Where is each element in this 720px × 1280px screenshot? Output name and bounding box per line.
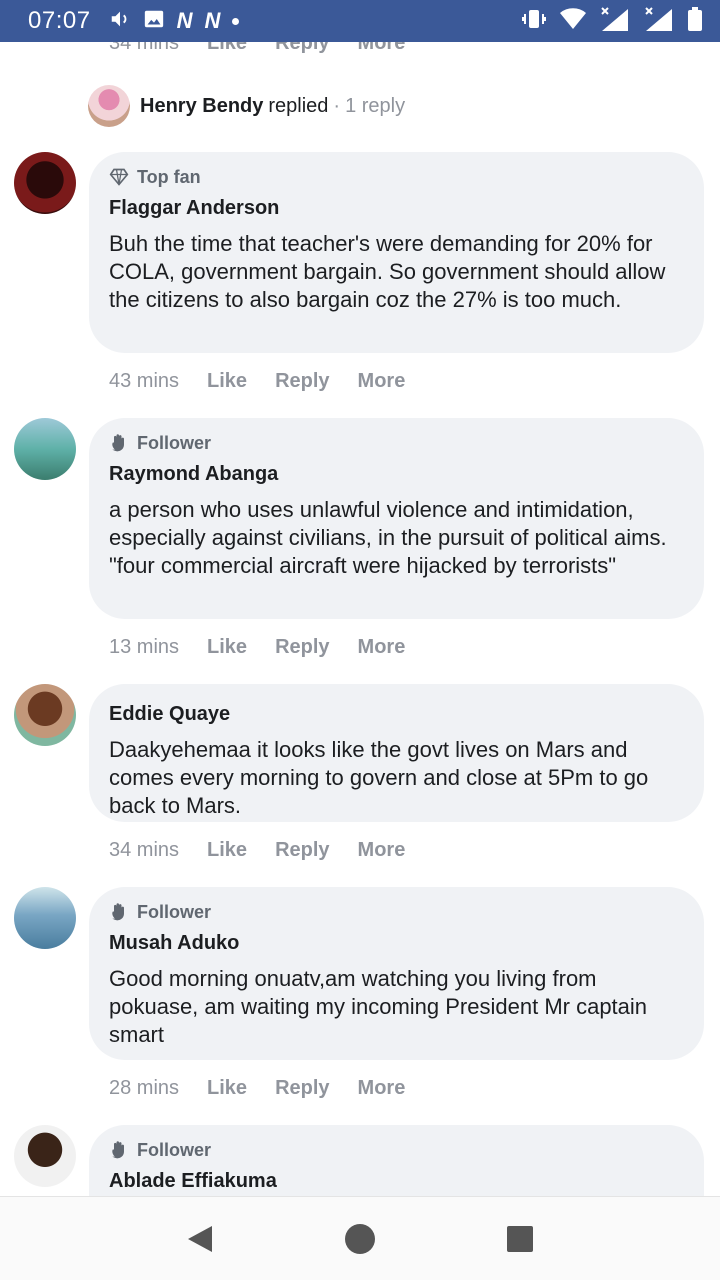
wave-hand-icon (112, 434, 124, 452)
comment-actions: 28 mins Like Reply More (109, 1077, 405, 1100)
comment-text: Daakyehemaa it looks like the govt lives… (109, 737, 649, 818)
cut-off-action-row: 34 mins Like Reply More (109, 42, 405, 55)
vibrate-icon (522, 8, 546, 35)
comment-text: a person who uses unlawful violence and … (109, 497, 667, 578)
more-button[interactable]: More (358, 370, 406, 393)
comment-time: 43 mins (109, 370, 180, 392)
follower-badge: Follower (109, 430, 684, 456)
recents-button[interactable] (498, 1217, 542, 1261)
reply-button[interactable]: Reply (275, 636, 329, 659)
back-icon (188, 1225, 212, 1252)
reply-author-name: Henry Bendy (140, 94, 264, 117)
like-button[interactable]: Like (207, 42, 247, 55)
navigation-bar (0, 1196, 720, 1280)
badge-label: Follower (137, 432, 212, 453)
comment-text: Good morning onuatv,am watching you livi… (109, 966, 648, 1047)
more-button[interactable]: More (358, 1077, 406, 1100)
reply-button[interactable]: Reply (275, 1077, 329, 1100)
comment-bubble[interactable]: Follower Raymond Abanga a person who use… (89, 418, 704, 619)
comment-actions: 43 mins Like Reply More (109, 370, 405, 393)
comment-author[interactable]: Musah Aduko (109, 931, 684, 955)
like-button[interactable]: Like (207, 636, 247, 659)
comment-author[interactable]: Eddie Quaye (109, 702, 684, 726)
comment-time: 34 mins (109, 839, 180, 861)
image-icon (143, 8, 165, 35)
comment-time: 28 mins (109, 1077, 180, 1099)
comment-actions: 13 mins Like Reply More (109, 636, 405, 659)
comment-bubble[interactable]: Follower Ablade Effiakuma (89, 1125, 704, 1196)
home-icon (345, 1223, 375, 1254)
signal-icon (600, 6, 630, 36)
wave-hand-icon (112, 1141, 124, 1159)
notification-n-icon: N (176, 8, 193, 33)
like-button[interactable]: Like (207, 839, 247, 862)
recents-icon (507, 1225, 533, 1252)
home-button[interactable] (338, 1217, 382, 1261)
avatar[interactable] (14, 418, 76, 480)
comment-bubble[interactable]: Top fan Flaggar Anderson Buh the time th… (89, 152, 704, 353)
back-button[interactable] (178, 1217, 222, 1261)
badge-label: Top fan (137, 166, 201, 187)
notification-n-icon-2: N (204, 8, 221, 33)
more-button[interactable]: More (358, 636, 406, 659)
signal-icon-2 (644, 6, 674, 36)
wave-hand-icon (112, 903, 124, 921)
reply-count: 1 reply (345, 94, 406, 117)
replied-label: replied (268, 94, 329, 117)
comments-feed[interactable]: 34 mins Like Reply More Henry Bendy repl… (0, 42, 720, 1196)
avatar[interactable] (14, 684, 76, 746)
diamond-icon (109, 168, 129, 186)
view-replies-link[interactable]: Henry Bendy replied · 1 reply (88, 84, 405, 128)
comment-text: Buh the time that teacher's were demandi… (109, 231, 666, 312)
volume-icon (109, 8, 131, 35)
avatar[interactable] (14, 152, 76, 214)
avatar[interactable] (14, 1125, 76, 1187)
reply-button[interactable]: Reply (275, 839, 329, 862)
status-time: 07:07 (28, 7, 91, 34)
reply-button[interactable]: Reply (275, 370, 329, 393)
status-bar: 07:07 N N (0, 0, 720, 42)
comment-time: 13 mins (109, 636, 180, 658)
follower-badge: Follower (109, 899, 684, 925)
comment-actions: 34 mins Like Reply More (109, 839, 405, 862)
avatar (88, 85, 130, 127)
comment-time: 34 mins (109, 42, 180, 54)
like-button[interactable]: Like (207, 370, 247, 393)
wifi-icon (560, 7, 586, 35)
battery-icon (688, 6, 702, 36)
top-fan-badge: Top fan (109, 164, 684, 190)
badge-label: Follower (137, 901, 212, 922)
more-button[interactable]: More (358, 42, 406, 55)
avatar[interactable] (14, 887, 76, 949)
separator: · (333, 94, 341, 117)
like-button[interactable]: Like (207, 1077, 247, 1100)
comment-bubble[interactable]: Eddie Quaye Daakyehemaa it looks like th… (89, 684, 704, 822)
comment-bubble[interactable]: Follower Musah Aduko Good morning onuatv… (89, 887, 704, 1060)
reply-button[interactable]: Reply (275, 42, 329, 55)
comment-author[interactable]: Ablade Effiakuma (109, 1169, 684, 1193)
more-notifications-icon (232, 17, 240, 25)
more-button[interactable]: More (358, 839, 406, 862)
comment-author[interactable]: Flaggar Anderson (109, 196, 684, 220)
follower-badge: Follower (109, 1137, 684, 1163)
badge-label: Follower (137, 1139, 212, 1160)
comment-author[interactable]: Raymond Abanga (109, 462, 684, 486)
